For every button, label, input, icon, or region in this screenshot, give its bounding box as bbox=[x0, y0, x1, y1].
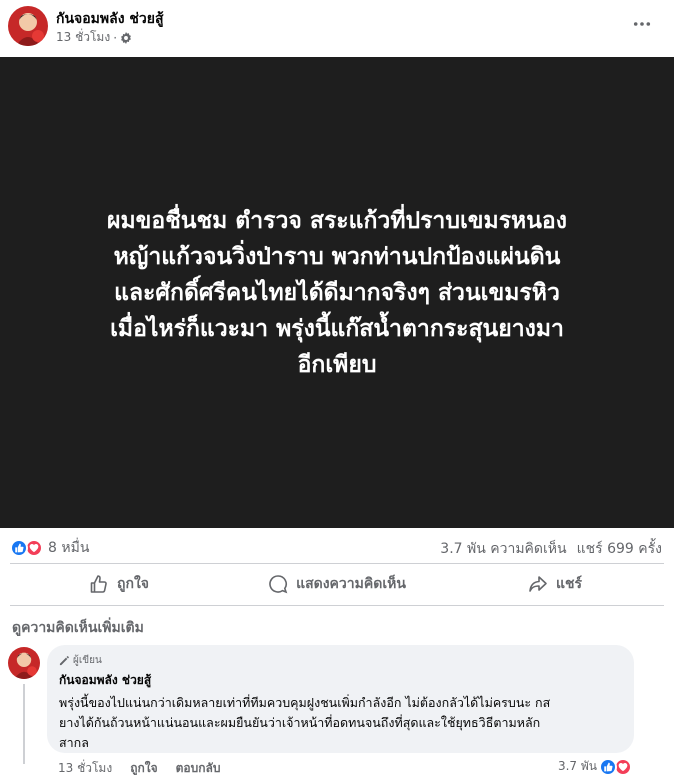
image-text-line: และศักดิ์ศรีคนไทยได้ดีมากจริงๆ ส่วนเขมรห… bbox=[114, 279, 560, 306]
thumbs-up-icon bbox=[90, 575, 107, 593]
like-reaction-icon bbox=[599, 757, 617, 775]
author-badge: ผู้เขียน bbox=[59, 653, 622, 668]
comment-text: พรุ่งนี้ของไปแน่นกว่าเดิมหลายเท่าที่ทีมค… bbox=[59, 693, 622, 753]
comment-bubble-icon bbox=[269, 575, 288, 594]
image-text-line: ผมขอชื่นชม ตำรวจ สระแก้วที่ปราบเขมรหนอง bbox=[107, 207, 567, 234]
post-image-text: ผมขอชื่นชม ตำรวจ สระแก้วที่ปราบเขมรหนอง … bbox=[17, 203, 657, 383]
view-more-comments-link[interactable]: ดูความคิดเห็นเพิ่มเติม bbox=[12, 617, 144, 639]
reaction-count: 8 หมื่น bbox=[48, 540, 90, 556]
share-button-label: แชร์ bbox=[555, 576, 583, 592]
comment-button[interactable]: แสดงความคิดเห็น bbox=[228, 566, 446, 602]
comment-reaction-count: 3.7 พัน bbox=[557, 759, 597, 773]
comment-count[interactable]: 3.7 พัน ความคิดเห็น bbox=[440, 538, 566, 560]
comment-actions: 13 ชั่วโมง ถูกใจ ตอบกลับ bbox=[58, 759, 220, 775]
share-arrow-icon bbox=[529, 576, 547, 592]
share-button[interactable]: แชร์ bbox=[446, 566, 664, 602]
divider bbox=[10, 605, 664, 606]
post-image[interactable]: ผมขอชื่นชม ตำรวจ สระแก้วที่ปราบเขมรหนอง … bbox=[0, 57, 674, 528]
comment-text-line: สากล bbox=[59, 735, 89, 750]
post-header: กันจอมพลัง ช่วยสู้ 13 ชั่วโมง · bbox=[0, 0, 674, 56]
commenter-avatar[interactable] bbox=[8, 647, 40, 679]
comment-like-button[interactable]: ถูกใจ bbox=[130, 759, 157, 775]
share-count[interactable]: แชร์ 699 ครั้ง bbox=[577, 538, 662, 560]
like-button-label: ถูกใจ bbox=[117, 576, 149, 592]
image-text-line: อีกเพียบ bbox=[297, 351, 377, 378]
image-text-line: หญ้าแก้วจนวิ่งป่าราบ พวกท่านปกป้องแผ่นดิ… bbox=[113, 243, 561, 270]
author-badge-label: ผู้เขียน bbox=[73, 655, 102, 666]
comment-button-label: แสดงความคิดเห็น bbox=[296, 576, 406, 592]
post-time[interactable]: 13 ชั่วโมง bbox=[56, 28, 110, 47]
comment-author-name[interactable]: กันจอมพลัง ช่วยสู้ bbox=[59, 671, 622, 690]
post-actions: ถูกใจ แสดงความคิดเห็น แชร์ bbox=[10, 566, 664, 602]
post-stats: 8 หมื่น 3.7 พัน ความคิดเห็น แชร์ 699 ครั… bbox=[0, 530, 674, 562]
more-options-icon[interactable] bbox=[630, 12, 654, 36]
comment-reply-button[interactable]: ตอบกลับ bbox=[176, 759, 221, 775]
comment-time[interactable]: 13 ชั่วโมง bbox=[58, 759, 112, 775]
author-avatar[interactable] bbox=[8, 6, 48, 46]
comment-bubble: ผู้เขียน กันจอมพลัง ช่วยสู้ พรุ่งนี้ของไ… bbox=[47, 645, 634, 753]
reactions-summary[interactable]: 8 หมื่น bbox=[10, 537, 89, 559]
post-meta: 13 ชั่วโมง · bbox=[56, 28, 132, 47]
stats-right: 3.7 พัน ความคิดเห็น แชร์ 699 ครั้ง bbox=[440, 538, 662, 560]
image-text-line: เมื่อไหร่ก็แวะมา พรุ่งนี้แก๊สน้ำตากระสุน… bbox=[110, 315, 564, 342]
comment-text-line: ยางได้กันถ้วนหน้าแน่นอนและผมยืนยันว่าเจ้… bbox=[59, 715, 541, 730]
pencil-icon bbox=[59, 656, 69, 666]
like-button[interactable]: ถูกใจ bbox=[10, 566, 228, 602]
comment-thread-line bbox=[23, 684, 25, 764]
comment-text-line: พรุ่งนี้ของไปแน่นกว่าเดิมหลายเท่าที่ทีมค… bbox=[59, 695, 551, 710]
gear-icon bbox=[120, 31, 132, 44]
comment-reactions[interactable]: 3.7 พัน bbox=[558, 757, 632, 775]
post-author-name[interactable]: กันจอมพลัง ช่วยสู้ bbox=[56, 8, 164, 30]
divider bbox=[10, 563, 664, 564]
like-reaction-icon bbox=[10, 539, 28, 557]
